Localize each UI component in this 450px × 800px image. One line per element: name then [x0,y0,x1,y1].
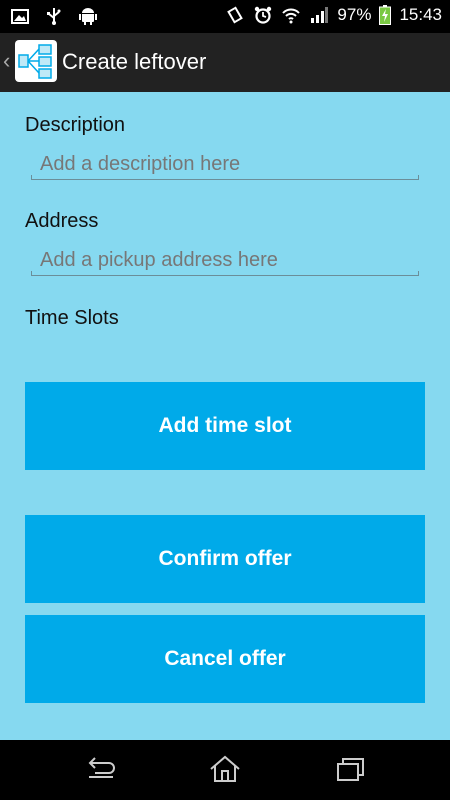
up-navigation[interactable]: ‹ [0,33,60,92]
add-time-slot-button[interactable]: Add time slot [25,382,425,470]
cancel-offer-button[interactable]: Cancel offer [25,615,425,703]
status-bar-left [10,6,98,26]
description-input[interactable] [31,150,428,178]
address-input[interactable] [31,246,428,274]
action-bar: ‹ Create leftover [0,33,450,92]
create-leftover-form: Description Address Time Slots Add time … [0,92,450,740]
alarm-icon [255,6,272,24]
time-slots-label: Time Slots [25,307,119,329]
description-underline [31,175,419,180]
battery-percent: 97% [337,5,372,24]
address-underline [31,271,419,276]
chevron-left-icon: ‹ [3,48,11,73]
back-icon[interactable] [83,754,117,784]
status-bar-right: 97% 15:43 [225,5,442,25]
usb-icon [47,8,61,25]
gallery-icon [11,9,29,24]
address-field-wrapper [31,246,428,276]
confirm-offer-button[interactable]: Confirm offer [25,515,425,603]
android-icon [79,8,97,25]
recents-icon[interactable] [334,754,368,784]
wifi-icon [282,8,301,24]
status-bar: 97% 15:43 [0,0,450,33]
app-icon [15,40,57,82]
navigation-bar [0,740,450,800]
page-title: Create leftover [62,49,207,74]
signal-icon [311,7,329,23]
clock: 15:43 [399,5,442,24]
description-label: Description [25,114,126,136]
description-field-wrapper [31,150,428,180]
address-label: Address [25,210,99,232]
battery-icon [379,5,392,25]
vibrate-icon [227,6,244,24]
home-icon[interactable] [208,754,242,784]
